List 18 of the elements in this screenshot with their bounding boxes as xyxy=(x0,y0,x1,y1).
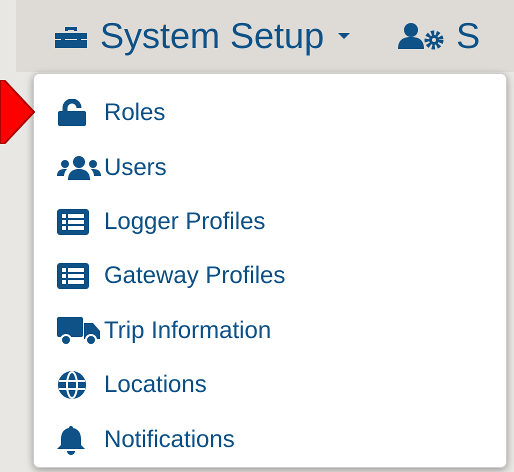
nav-menu-item[interactable]: S xyxy=(398,18,480,54)
nav-menu-item[interactable]: System Setup xyxy=(54,18,350,54)
dropdown-item[interactable]: Locations xyxy=(34,358,506,413)
dropdown-item[interactable]: Logger Profiles xyxy=(34,194,506,250)
dropdown-item[interactable]: Notifications xyxy=(34,412,506,467)
dropdown-item[interactable]: Trip Information xyxy=(34,304,506,358)
globe-icon xyxy=(57,370,87,400)
dropdown-item[interactable]: Gateway Profiles xyxy=(34,249,506,304)
list-icon xyxy=(57,209,89,236)
truck-icon xyxy=(57,316,101,345)
user-gear-icon xyxy=(398,22,444,50)
list-icon xyxy=(57,263,89,290)
dropdown-item[interactable]: Roles xyxy=(34,86,506,140)
caret-icon xyxy=(338,33,350,39)
users-icon xyxy=(57,156,101,180)
bell-icon xyxy=(57,424,85,455)
dropdown-item[interactable]: Users xyxy=(34,140,506,195)
unlock-icon xyxy=(57,99,87,128)
